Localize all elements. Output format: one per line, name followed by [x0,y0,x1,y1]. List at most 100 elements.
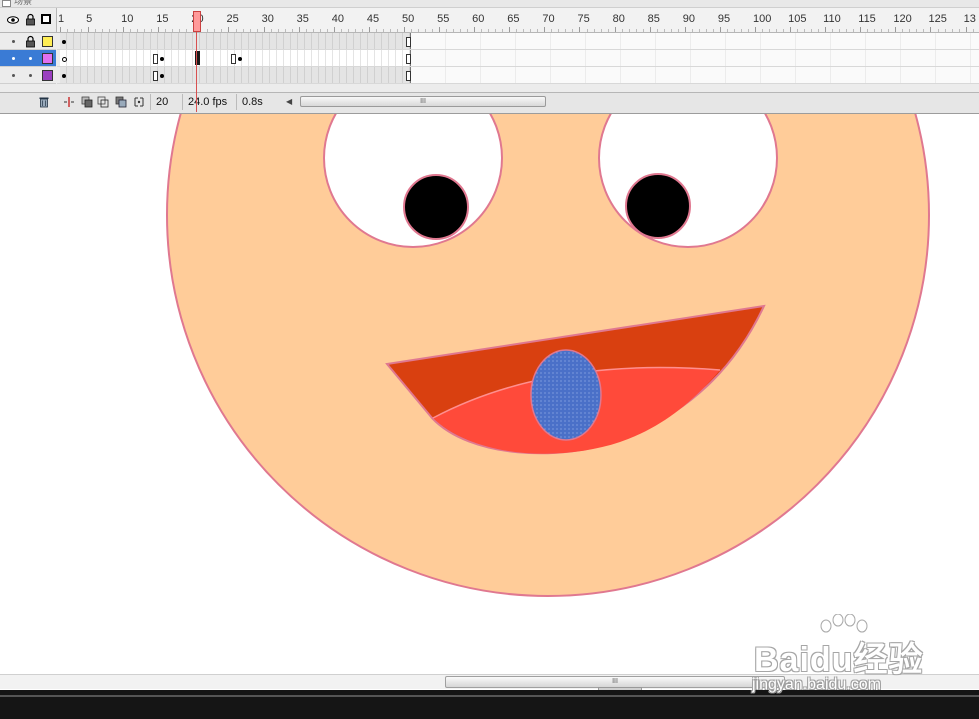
trash-icon[interactable] [37,95,51,109]
playhead[interactable] [193,11,201,32]
lock-icon[interactable] [25,13,36,26]
ruler-tick [439,27,441,32]
ruler-tick [656,29,658,32]
left-pupil[interactable] [403,174,469,240]
ruler-tick [130,29,132,32]
ruler-tick [853,29,855,32]
ruler-tick [607,29,609,32]
ruler-tick [102,29,104,32]
ruler-tick [593,29,595,32]
center-frame-icon[interactable] [62,95,76,109]
ruler-tick [151,29,153,32]
edit-multiple-frames-icon[interactable] [114,95,128,109]
ruler-tick [333,27,335,32]
lock-dot[interactable] [29,74,32,77]
frame-end-marker[interactable] [406,37,411,47]
ruler-tick [347,29,349,32]
frame-span[interactable] [60,33,411,49]
ruler-tick [804,29,806,32]
ruler-tick [116,29,118,32]
ruler-tick [396,29,398,32]
layer-row-4-partial[interactable] [0,84,56,92]
frame-end-marker[interactable] [406,71,411,81]
layer-row-1[interactable] [0,33,56,50]
ruler-tick [312,29,314,32]
keyframe[interactable] [238,57,242,61]
ruler-label: 115 [858,13,876,25]
tongue[interactable] [530,349,602,441]
ruler-tick [811,29,813,32]
outline-icon[interactable] [41,14,51,24]
ruler-tick [860,27,862,32]
ruler-tick [207,29,209,32]
modify-onion-markers-icon[interactable] [132,95,146,109]
ruler-label: 75 [577,13,590,25]
layer-row-2[interactable] [0,50,56,67]
layer-color-swatch[interactable] [42,70,53,81]
ruler-tick [846,29,848,32]
frame-span[interactable] [60,67,411,83]
ruler-tick [446,29,448,32]
lock-dot[interactable] [29,57,32,60]
ruler-tick [249,29,251,32]
ruler-tick [74,29,76,32]
right-pupil[interactable] [625,173,691,239]
ruler-tick [488,29,490,32]
visibility-dot[interactable] [12,40,15,43]
onion-skin-icon[interactable] [80,95,94,109]
layer-color-swatch[interactable] [42,36,53,47]
ruler-tick [375,29,377,32]
eye-icon[interactable] [7,14,19,26]
blank-keyframe[interactable] [62,57,67,62]
timeline-panel: 1510152025303540455055606570758085909510… [0,8,979,114]
keyframe[interactable] [160,57,164,61]
stage-canvas[interactable] [0,114,979,674]
frame-end-marker[interactable] [231,54,236,64]
empty-frames[interactable] [411,67,979,83]
ruler-label: 30 [261,13,274,25]
ruler-tick [551,29,553,32]
ruler-tick [411,29,412,32]
ruler-tick [179,29,181,32]
ruler-tick [67,29,69,32]
face-drawing[interactable] [0,114,979,674]
ruler-tick [614,27,616,32]
ruler-tick [81,29,83,32]
visibility-dot[interactable] [12,74,15,77]
keyframe[interactable] [62,74,66,78]
ruler-label: 55 [437,13,450,25]
ruler-tick [712,29,714,32]
ruler-label: 15 [156,13,169,25]
ruler-tick [172,29,174,32]
ruler-tick [762,29,763,32]
visibility-dot[interactable] [12,57,15,60]
ruler-tick [937,29,939,32]
timeline-horizontal-scrollbar[interactable]: ◀ III [286,96,548,108]
frame-rate-field[interactable]: 24.0 fps [182,94,236,110]
onion-skin-outlines-icon[interactable] [96,95,110,109]
keyframe[interactable] [160,74,164,78]
watermark-url: jingyan.baidu.com [752,676,881,693]
frame-end-marker[interactable] [153,54,158,64]
ruler-tick [719,27,721,32]
ruler-label: 70 [542,13,555,25]
ruler-tick [754,27,756,32]
ruler-tick [797,29,799,32]
ruler-tick [530,29,532,32]
ruler-tick [769,29,771,32]
frame-end-marker[interactable] [406,54,411,64]
layer-row-3[interactable] [0,67,56,84]
layer-header [0,8,57,33]
keyframe[interactable] [62,40,66,44]
ruler-label: 90 [682,13,696,25]
ruler-tick [137,29,139,32]
scene-tab-label[interactable]: 场景 [14,0,32,7]
scroll-thumb[interactable]: III [300,96,546,107]
ruler-tick [740,29,742,32]
scroll-left-arrow-icon[interactable]: ◀ [286,97,294,107]
empty-frames[interactable] [411,33,979,49]
empty-frames[interactable] [411,50,979,66]
lock-icon[interactable] [25,35,36,48]
frame-end-marker[interactable] [153,71,158,81]
layer-color-swatch[interactable] [42,53,53,64]
